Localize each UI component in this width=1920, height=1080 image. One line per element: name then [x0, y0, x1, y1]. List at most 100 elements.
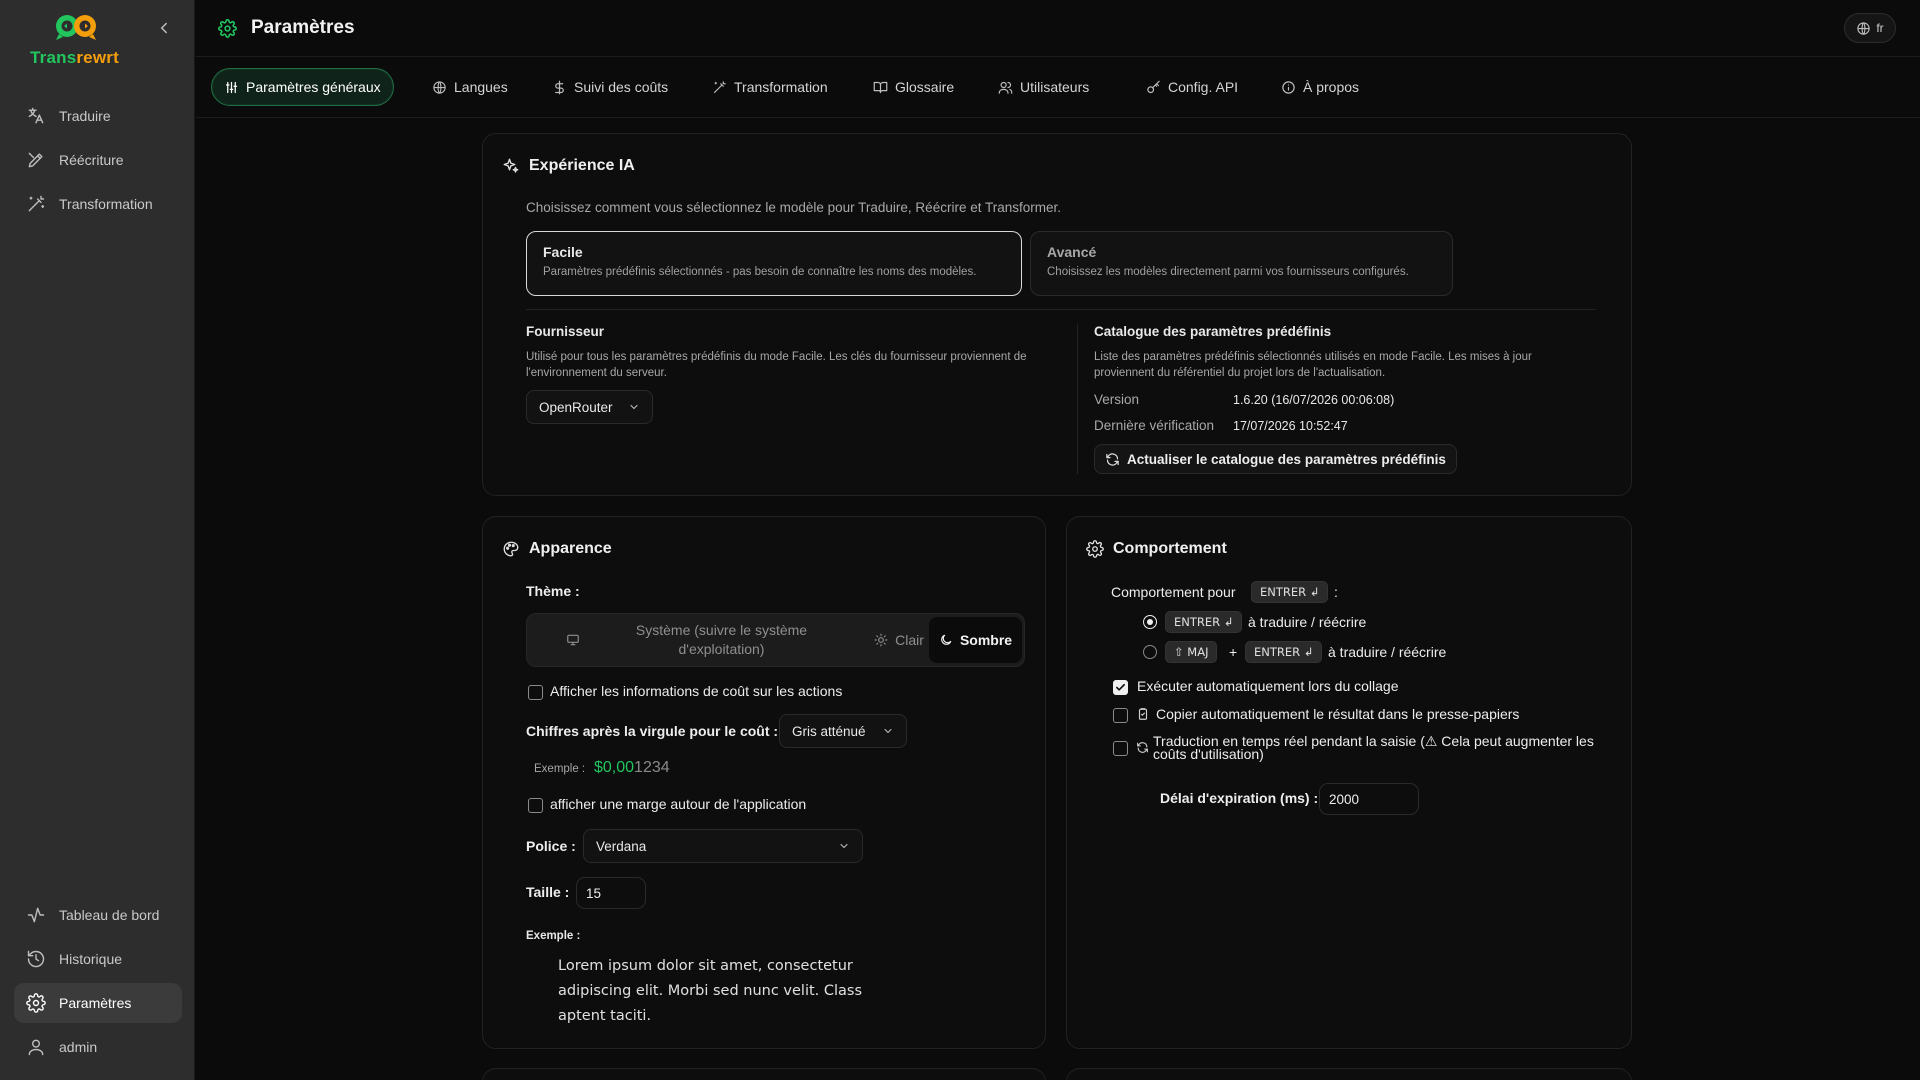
sidebar: Transrewrt Traduire Réécriture Transform… [0, 0, 195, 1080]
tab-a-propos[interactable]: À propos [1269, 68, 1371, 106]
provider-select[interactable]: OpenRouter [526, 390, 653, 424]
sidebar-item-transformation[interactable]: Transformation [14, 184, 182, 224]
font-select[interactable]: Verdana [583, 829, 863, 863]
wand-icon [712, 80, 727, 95]
tab-label: Config. API [1168, 79, 1239, 95]
cost-example-dim: 1234 [634, 759, 670, 776]
theme-option-label: Sombre [959, 632, 1013, 648]
sidebar-item-label: Historique [59, 951, 123, 967]
activity-icon [26, 905, 46, 925]
chevron-down-icon [628, 401, 640, 413]
auto-paste-checkbox[interactable] [1113, 680, 1128, 695]
mode-card-facile[interactable]: Facile Paramètres prédéfinis sélectionné… [526, 231, 1022, 296]
button-label: Actualiser le catalogue des paramètres p… [1127, 451, 1446, 467]
tab-label: À propos [1303, 79, 1360, 95]
mode-title: Avancé [1047, 244, 1097, 260]
sidebar-item-tableau-de-bord[interactable]: Tableau de bord [14, 895, 182, 935]
gear-icon [26, 993, 46, 1013]
palette-icon [502, 540, 520, 558]
tab-glossaire[interactable]: Glossaire [861, 68, 966, 106]
last-check-value: 17/07/2026 10:52:47 [1233, 419, 1348, 433]
sidebar-item-admin[interactable]: admin [14, 1027, 182, 1067]
realtime-translation-checkbox[interactable] [1113, 741, 1128, 756]
settings-tabs: Paramètres généraux Langues Suivi des co… [196, 58, 1920, 118]
cost-example-label: Exemple : [534, 763, 586, 775]
theme-option-dark[interactable]: Sombre [929, 617, 1022, 663]
collapse-sidebar-chevron-left-icon[interactable] [155, 19, 173, 37]
dollar-icon [552, 80, 567, 95]
ai-experience-title: Expérience IA [502, 157, 635, 175]
shift-enter-submit-label: à traduire / réécrire [1328, 644, 1447, 660]
sidebar-item-historique[interactable]: Historique [14, 939, 182, 979]
shift-enter-submit-radio[interactable] [1143, 645, 1157, 659]
auto-copy-checkbox[interactable] [1113, 708, 1128, 723]
cost-example-value: $0,001234 [594, 759, 670, 777]
app-logo[interactable]: Transrewrt [30, 12, 125, 68]
sidebar-item-parametres[interactable]: Paramètres [14, 983, 182, 1023]
cost-example-main: $0,00 [594, 759, 635, 776]
realtime-translation-label: Traduction en temps réel pendant la sais… [1153, 733, 1594, 762]
sparkles-icon [502, 157, 520, 175]
tab-label: Transformation [734, 79, 828, 95]
font-preview-text: Lorem ipsum dolor sit amet, consectetur … [558, 958, 863, 1024]
font-value: Verdana [596, 838, 647, 854]
tab-suivi-des-couts[interactable]: Suivi des coûts [540, 68, 680, 106]
enter-key-badge: ENTRER ↲ [1165, 611, 1243, 633]
gear-icon [1086, 540, 1104, 558]
sidebar-item-reecriture[interactable]: Réécriture [14, 140, 182, 180]
card-title-text: Comportement [1113, 540, 1227, 557]
provider-value: OpenRouter [539, 399, 613, 415]
appearance-title: Apparence [502, 540, 612, 558]
book-icon [873, 80, 888, 95]
tab-label: Glossaire [895, 79, 955, 95]
chevron-down-icon [838, 840, 850, 852]
tab-langues[interactable]: Langues [420, 68, 520, 106]
enter-submit-label: à traduire / réécrire [1248, 614, 1367, 630]
shift-key-badge: ⇧ MAJ [1165, 641, 1218, 663]
wand-icon [26, 194, 46, 214]
auto-copy-label: Copier automatiquement le résultat dans … [1156, 706, 1520, 722]
check-icon [1116, 683, 1125, 691]
tab-parametres-generaux[interactable]: Paramètres généraux [211, 68, 394, 106]
refresh-catalog-button[interactable]: Actualiser le catalogue des paramètres p… [1094, 444, 1457, 474]
app-name: Transrewrt [30, 48, 119, 67]
tab-transformation[interactable]: Transformation [700, 68, 840, 106]
provider-label: Fournisseur [526, 324, 605, 339]
page-title: Paramètres [251, 17, 355, 38]
users-icon [998, 80, 1013, 95]
mode-description: Choisissez les modèles directement parmi… [1047, 266, 1409, 278]
next-settings-card [1066, 1068, 1632, 1080]
decimals-label: Chiffres après la virgule pour le coût : [526, 723, 779, 739]
language-switcher-button[interactable]: fr [1844, 13, 1896, 43]
plus-sign: + [1229, 644, 1238, 660]
tab-config-api[interactable]: Config. API [1134, 68, 1250, 106]
clipboard-icon [1136, 707, 1150, 721]
tab-utilisateurs[interactable]: Utilisateurs [986, 68, 1101, 106]
sidebar-item-label: Paramètres [59, 995, 132, 1011]
decimals-select[interactable]: Gris atténué [779, 714, 907, 748]
divider [526, 309, 1596, 310]
moon-icon [939, 633, 953, 647]
ai-experience-card: Expérience IA Choisissez comment vous sé… [482, 133, 1632, 496]
font-size-input[interactable]: 15 [576, 877, 646, 909]
behavior-card: Comportement Comportement pour ENTRER ↲ … [1066, 516, 1632, 1049]
last-check-label: Dernière vérification [1094, 418, 1215, 433]
page-header: Paramètres fr [196, 0, 1920, 57]
theme-option-system[interactable]: Système (suivre le système d'exploitatio… [537, 617, 855, 663]
timeout-input[interactable]: 2000 [1319, 783, 1419, 815]
behavior-title: Comportement [1086, 540, 1227, 558]
sidebar-item-traduire[interactable]: Traduire [14, 96, 182, 136]
sun-icon [874, 633, 888, 647]
enter-submit-radio[interactable] [1143, 615, 1157, 629]
preview-label: Exemple : [526, 930, 581, 942]
app-margin-checkbox[interactable] [528, 798, 543, 813]
tab-label: Paramètres généraux [246, 79, 381, 95]
gear-icon [218, 19, 237, 38]
language-code: fr [1876, 21, 1884, 35]
timeout-label: Délai d'expiration (ms) : [1160, 790, 1319, 806]
ai-description: Choisissez comment vous sélectionnez le … [526, 200, 1061, 215]
theme-option-light[interactable]: Clair [860, 617, 938, 663]
mode-card-avance[interactable]: Avancé Choisissez les modèles directemen… [1030, 231, 1453, 296]
show-cost-checkbox[interactable] [528, 685, 543, 700]
show-cost-label: Afficher les informations de coût sur le… [550, 683, 843, 699]
